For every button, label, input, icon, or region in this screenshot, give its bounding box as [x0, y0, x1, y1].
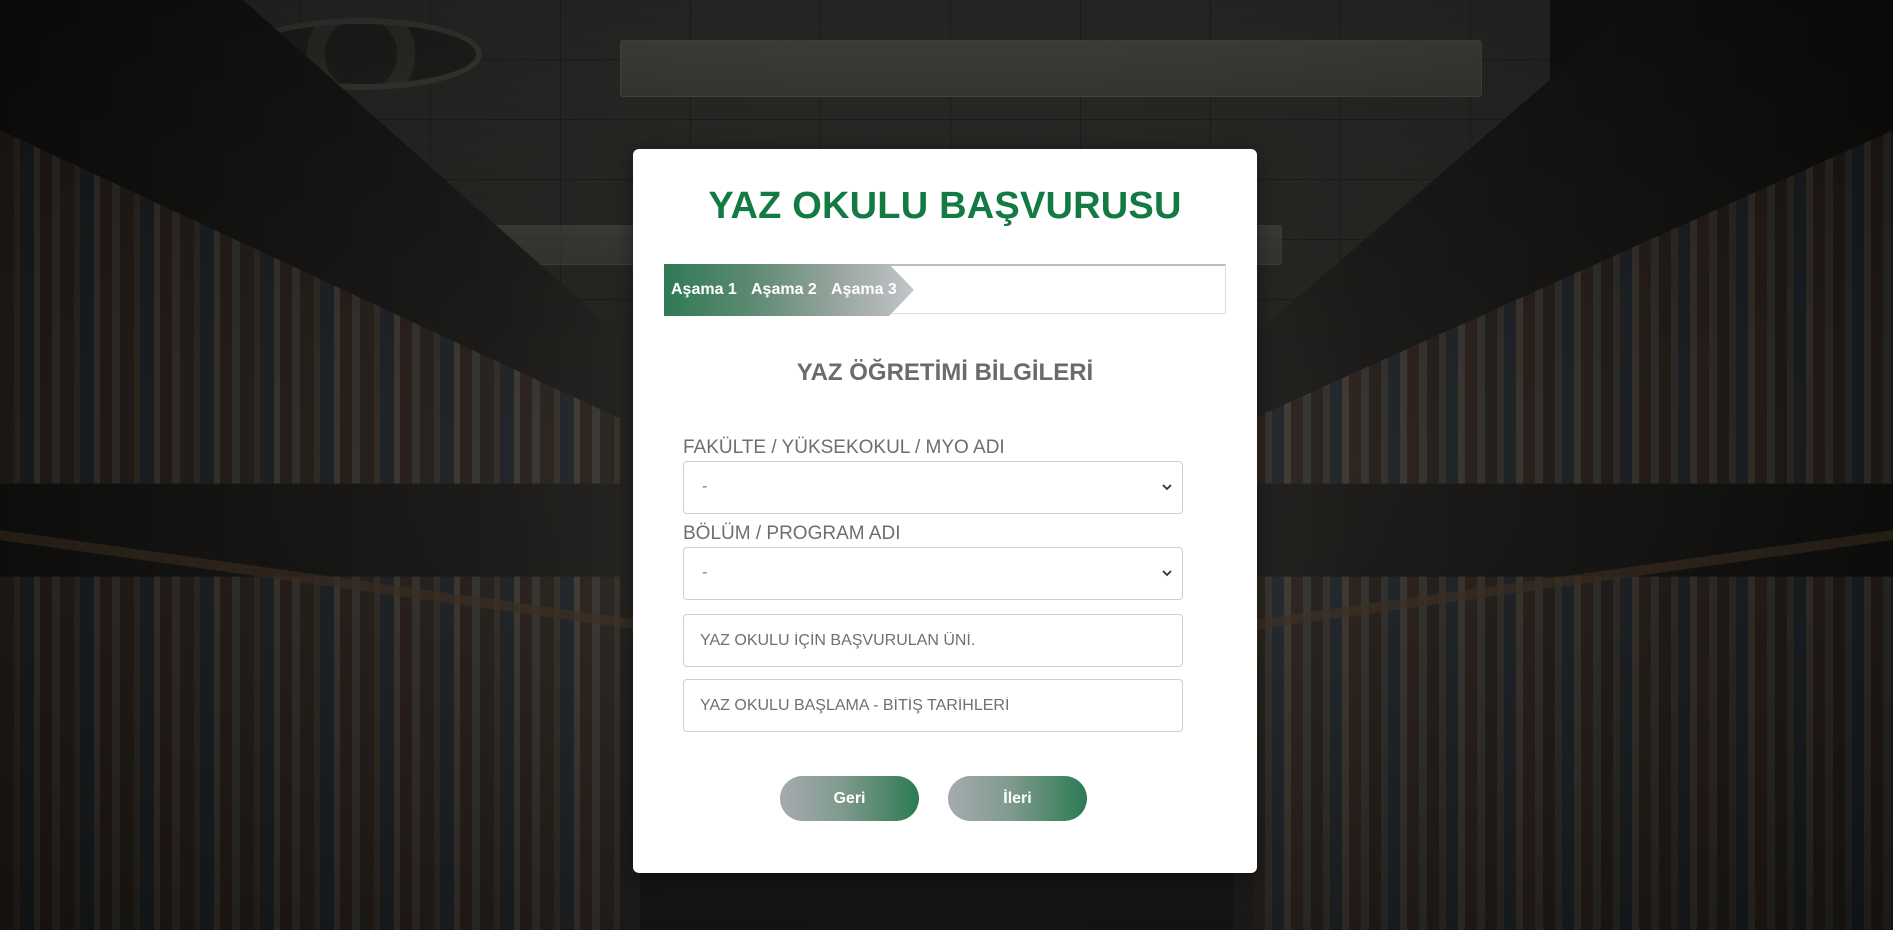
faculty-label: FAKÜLTE / YÜKSEKOKUL / MYO ADI — [683, 437, 1005, 458]
department-label: BÖLÜM / PROGRAM ADI — [683, 523, 901, 544]
next-button[interactable]: İleri — [948, 776, 1087, 821]
faculty-select[interactable]: - — [683, 461, 1183, 514]
step-1: Aşama 1 — [671, 281, 737, 298]
step-progress: Aşama 1 Aşama 2 Aşama 3 — [664, 264, 1226, 316]
department-select[interactable]: - — [683, 547, 1183, 600]
step-3: Aşama 3 — [831, 281, 897, 298]
chevron-down-icon — [1162, 484, 1172, 491]
page-title: YAZ OKULU BAŞVURUSU — [708, 185, 1182, 227]
application-card: YAZ OKULU BAŞVURUSU Aşama 1 Aşama 2 Aşam… — [633, 149, 1257, 873]
back-button[interactable]: Geri — [780, 776, 919, 821]
department-select-value: - — [702, 564, 708, 581]
faculty-select-value: - — [702, 478, 708, 495]
university-input[interactable] — [683, 614, 1183, 667]
dates-input[interactable] — [683, 679, 1183, 732]
section-title: YAZ ÖĞRETİMİ BİLGİLERİ — [796, 359, 1094, 386]
step-2: Aşama 2 — [751, 281, 817, 298]
chevron-down-icon — [1162, 570, 1172, 577]
